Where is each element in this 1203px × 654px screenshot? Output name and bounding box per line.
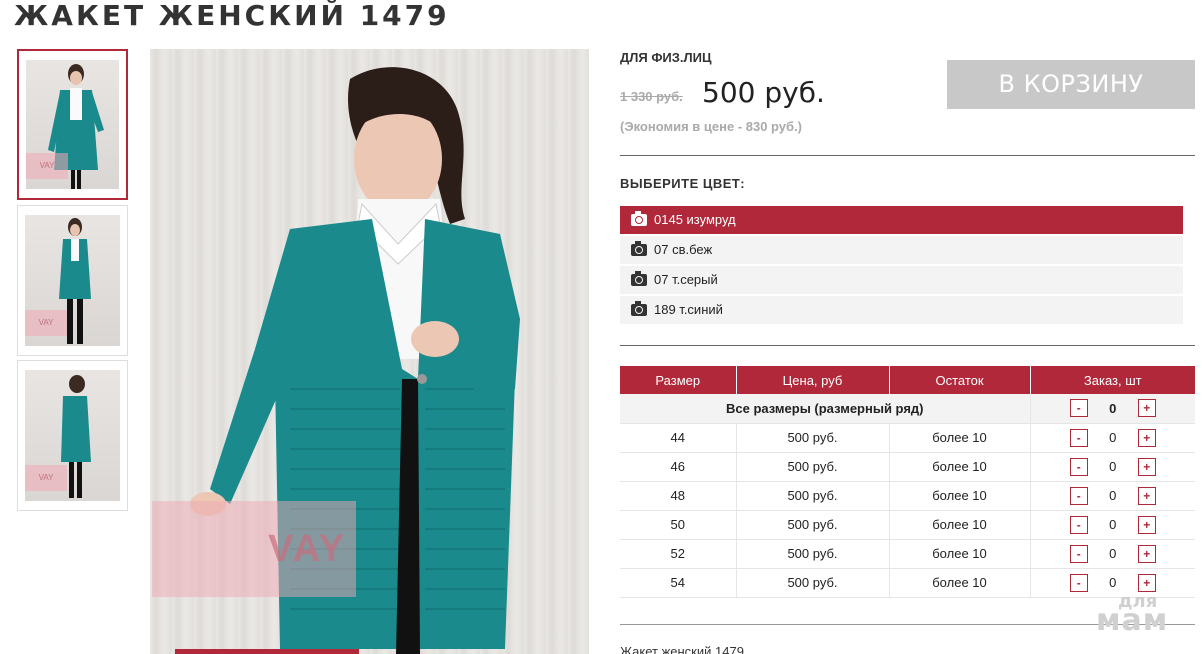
stock-cell: более 10 bbox=[889, 568, 1031, 598]
all-sizes-label: Все размеры (размерный ряд) bbox=[620, 394, 1031, 424]
thumbnail-watermark: VAY bbox=[25, 310, 67, 336]
decrement-button[interactable]: - bbox=[1069, 544, 1088, 563]
camera-icon bbox=[631, 241, 647, 256]
thumbnail-2[interactable]: VAY bbox=[17, 205, 128, 356]
size-cell: 52 bbox=[620, 539, 737, 569]
table-row: 44 500 руб. более 10 - 0 + bbox=[620, 423, 1195, 453]
thumbnail-image: VAY bbox=[25, 215, 120, 346]
price-cell: 500 руб. bbox=[736, 568, 890, 598]
qty-cell: - 0 + bbox=[1030, 452, 1195, 482]
camera-icon bbox=[631, 211, 647, 226]
qty-cell: - 0 + bbox=[1030, 510, 1195, 540]
thumbnail-3[interactable]: VAY bbox=[17, 360, 128, 511]
price-cell: 500 руб. bbox=[736, 481, 890, 511]
divider bbox=[620, 155, 1195, 156]
old-price: 1 330 руб. bbox=[620, 89, 683, 104]
column-header-size: Размер bbox=[620, 366, 737, 394]
site-watermark: для мам bbox=[1096, 591, 1196, 641]
table-row-all-sizes: Все размеры (размерный ряд) - 0 + bbox=[620, 394, 1195, 424]
image-watermark: VAY bbox=[152, 501, 356, 597]
increment-button[interactable]: + bbox=[1137, 486, 1156, 505]
stock-cell: более 10 bbox=[889, 510, 1031, 540]
qty-cell: - 0 + bbox=[1030, 539, 1195, 569]
camera-icon bbox=[631, 271, 647, 286]
size-cell: 44 bbox=[620, 423, 737, 453]
color-option-0145[interactable]: 0145 изумруд bbox=[620, 206, 1183, 234]
size-cell: 50 bbox=[620, 510, 737, 540]
decrement-button[interactable]: - bbox=[1069, 486, 1088, 505]
color-option-189[interactable]: 189 т.синий bbox=[620, 296, 1183, 324]
color-option-label: 0145 изумруд bbox=[654, 212, 736, 227]
increment-button[interactable]: + bbox=[1137, 399, 1156, 418]
camera-icon bbox=[631, 301, 647, 316]
price-cell: 500 руб. bbox=[736, 452, 890, 482]
stock-cell: более 10 bbox=[889, 481, 1031, 511]
qty-value[interactable]: 0 bbox=[1088, 575, 1138, 590]
table-row: 48 500 руб. более 10 - 0 + bbox=[620, 481, 1195, 511]
audience-label: ДЛЯ ФИЗ.ЛИЦ bbox=[620, 50, 712, 65]
site-watermark-bottom: мам bbox=[1096, 603, 1169, 638]
main-product-image[interactable]: VAY bbox=[150, 49, 589, 654]
qty-value[interactable]: 0 bbox=[1088, 517, 1138, 532]
divider bbox=[620, 345, 1195, 346]
color-option-label: 07 св.беж bbox=[654, 242, 713, 257]
thumbnail-image: VAY bbox=[26, 60, 119, 189]
qty-cell: - 0 + bbox=[1030, 394, 1195, 424]
price-cell: 500 руб. bbox=[736, 423, 890, 453]
size-cell: 54 bbox=[620, 568, 737, 598]
column-header-price: Цена, руб bbox=[736, 366, 890, 394]
price-cell: 500 руб. bbox=[736, 539, 890, 569]
current-price: 500 руб. bbox=[702, 76, 825, 109]
image-accent-bar bbox=[175, 649, 359, 654]
column-header-order: Заказ, шт bbox=[1030, 366, 1195, 394]
qty-value[interactable]: 0 bbox=[1088, 488, 1138, 503]
table-row: 52 500 руб. более 10 - 0 + bbox=[620, 539, 1195, 569]
size-cell: 46 bbox=[620, 452, 737, 482]
qty-cell: - 0 + bbox=[1030, 481, 1195, 511]
qty-value[interactable]: 0 bbox=[1088, 459, 1138, 474]
color-option-label: 07 т.серый bbox=[654, 272, 718, 287]
decrement-button[interactable]: - bbox=[1069, 457, 1088, 476]
size-table: Размер Цена, руб Остаток Заказ, шт Все р… bbox=[620, 366, 1195, 598]
decrement-button[interactable]: - bbox=[1069, 399, 1088, 418]
color-option-07-sv-bezh[interactable]: 07 св.беж bbox=[620, 236, 1183, 264]
increment-button[interactable]: + bbox=[1137, 428, 1156, 447]
table-row: 50 500 руб. более 10 - 0 + bbox=[620, 510, 1195, 540]
stock-cell: более 10 bbox=[889, 539, 1031, 569]
increment-button[interactable]: + bbox=[1137, 457, 1156, 476]
economy-note: (Экономия в цене - 830 руб.) bbox=[620, 119, 803, 134]
qty-cell: - 0 + bbox=[1030, 423, 1195, 453]
thumbnail-image: VAY bbox=[25, 370, 120, 501]
column-header-stock: Остаток bbox=[889, 366, 1031, 394]
color-option-label: 189 т.синий bbox=[654, 302, 723, 317]
stock-cell: более 10 bbox=[889, 452, 1031, 482]
product-description: Жакет женский 1479 bbox=[620, 644, 744, 654]
stock-cell: более 10 bbox=[889, 423, 1031, 453]
page-title: ЖАКЕТ ЖЕНСКИЙ 1479 bbox=[14, 0, 450, 32]
qty-value[interactable]: 0 bbox=[1088, 546, 1138, 561]
increment-button[interactable]: + bbox=[1137, 515, 1156, 534]
thumbnail-watermark: VAY bbox=[25, 465, 67, 491]
decrement-button[interactable]: - bbox=[1069, 515, 1088, 534]
increment-button[interactable]: + bbox=[1137, 573, 1156, 592]
add-to-cart-button[interactable]: В КОРЗИНУ bbox=[947, 60, 1195, 109]
color-option-07-t-sery[interactable]: 07 т.серый bbox=[620, 266, 1183, 294]
qty-value[interactable]: 0 bbox=[1088, 430, 1138, 445]
price-cell: 500 руб. bbox=[736, 510, 890, 540]
table-row: 46 500 руб. более 10 - 0 + bbox=[620, 452, 1195, 482]
increment-button[interactable]: + bbox=[1137, 544, 1156, 563]
decrement-button[interactable]: - bbox=[1069, 428, 1088, 447]
qty-value[interactable]: 0 bbox=[1088, 401, 1138, 416]
decrement-button[interactable]: - bbox=[1069, 573, 1088, 592]
color-select-label: ВЫБЕРИТЕ ЦВЕТ: bbox=[620, 176, 746, 191]
thumbnail-1[interactable]: VAY bbox=[17, 49, 128, 200]
thumbnail-watermark: VAY bbox=[26, 153, 68, 179]
size-cell: 48 bbox=[620, 481, 737, 511]
